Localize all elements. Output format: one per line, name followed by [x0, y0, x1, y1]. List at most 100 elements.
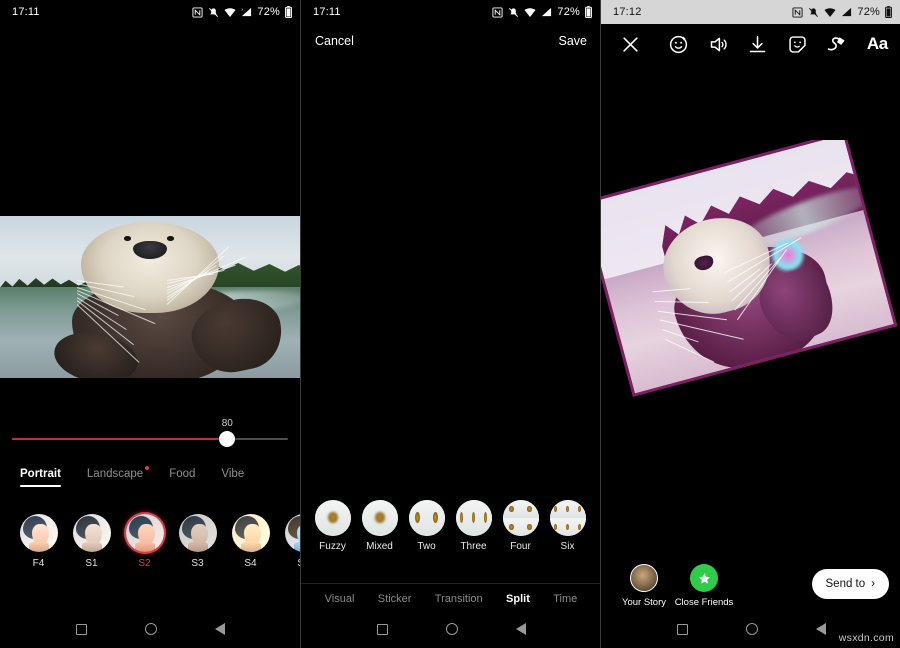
split-thumbnail	[550, 500, 586, 536]
rotated-photo[interactable]	[601, 140, 894, 393]
split-option-six[interactable]: Six	[544, 500, 591, 562]
editor-header: Cancel Save	[301, 24, 600, 58]
filter-item-f4[interactable]: F4	[12, 514, 65, 569]
split-label: Fuzzy	[309, 541, 356, 552]
split-layout-strip[interactable]: FuzzyMixedTwoThreeFourSix	[301, 500, 600, 562]
filter-item-s5[interactable]: S5	[277, 514, 300, 569]
composer-tools: Aa	[659, 34, 900, 55]
new-badge-dot	[145, 466, 149, 470]
signal-icon: x	[241, 7, 252, 18]
split-option-mixed[interactable]: Mixed	[356, 500, 403, 562]
square-recents-icon[interactable]	[677, 624, 688, 635]
status-time: 17:11	[12, 6, 40, 18]
circle-home-icon[interactable]	[746, 623, 758, 635]
editor-tab-visual[interactable]: Visual	[325, 593, 355, 605]
split-label: Six	[544, 541, 591, 552]
split-thumbnail	[409, 500, 445, 536]
watermark: wsxdn.com	[839, 632, 894, 644]
chevron-right-icon: ›	[871, 578, 875, 590]
category-tab-portrait[interactable]: Portrait	[20, 468, 61, 487]
filter-thumbnail	[73, 514, 111, 552]
signal-icon	[841, 7, 852, 18]
filter-item-s3[interactable]: S3	[171, 514, 224, 569]
composer-toolbar: Aa	[601, 24, 900, 64]
status-bar: 17:11 72%	[301, 0, 600, 24]
slider-fill	[12, 438, 227, 440]
green-star-icon	[690, 564, 718, 592]
square-recents-icon[interactable]	[76, 624, 87, 635]
android-nav-bar	[0, 610, 300, 648]
split-label: Two	[403, 541, 450, 552]
close-friends-label: Close Friends	[661, 597, 747, 608]
send-to-label: Send to	[826, 578, 866, 590]
category-tab-food[interactable]: Food	[169, 468, 195, 487]
panel-story-composer: 17:12 72%	[600, 0, 900, 648]
split-option-three[interactable]: Three	[450, 500, 497, 562]
split-option-fuzzy[interactable]: Fuzzy	[309, 500, 356, 562]
send-to-button[interactable]: Send to ›	[812, 569, 890, 599]
close-button[interactable]	[601, 35, 659, 54]
battery-icon	[585, 6, 592, 18]
filter-thumbnail	[126, 514, 164, 552]
audio-button[interactable]	[708, 34, 729, 55]
circle-home-icon[interactable]	[446, 623, 458, 635]
close-friends-button[interactable]: Close Friends	[661, 564, 747, 608]
battery-percent: 72%	[257, 6, 280, 18]
wifi-icon	[224, 7, 236, 18]
battery-icon	[285, 6, 292, 18]
story-media-canvas[interactable]	[601, 140, 900, 430]
square-recents-icon[interactable]	[377, 624, 388, 635]
filter-label: S2	[118, 558, 171, 569]
triangle-back-icon[interactable]	[816, 623, 826, 635]
slider-thumb[interactable]	[219, 431, 235, 447]
slider-track[interactable]	[12, 438, 288, 440]
effects-face-icon	[668, 34, 689, 55]
cancel-button[interactable]: Cancel	[315, 34, 354, 48]
split-thumbnail	[456, 500, 492, 536]
video-preview[interactable]	[0, 216, 300, 378]
panel-split-editor: 17:11 72% Cancel	[300, 0, 600, 648]
split-label: Mixed	[356, 541, 403, 552]
signal-icon	[541, 7, 552, 18]
circle-home-icon[interactable]	[145, 623, 157, 635]
draw-button[interactable]	[826, 34, 848, 54]
intensity-slider[interactable]: 80	[0, 420, 300, 460]
status-icons: x 72%	[192, 6, 292, 18]
sticker-button[interactable]	[787, 34, 808, 55]
otter-scene-image	[0, 216, 300, 378]
filter-item-s2[interactable]: S2	[118, 514, 171, 569]
editor-tab-transition[interactable]: Transition	[435, 593, 483, 605]
category-tab-landscape[interactable]: Landscape	[87, 468, 143, 487]
text-button[interactable]: Aa	[867, 34, 888, 54]
category-tabs: Portrait Landscape Food Vibe	[0, 468, 300, 496]
effects-face-button[interactable]	[668, 34, 689, 55]
filter-thumbnail	[232, 514, 270, 552]
draw-scribble-icon	[826, 34, 848, 54]
filter-item-s1[interactable]: S1	[65, 514, 118, 569]
filter-label: S3	[171, 558, 224, 569]
split-thumbnail	[362, 500, 398, 536]
split-thumbnail	[503, 500, 539, 536]
wifi-icon	[824, 7, 836, 18]
avatar	[630, 564, 658, 592]
nfc-icon	[192, 7, 203, 18]
split-option-four[interactable]: Four	[497, 500, 544, 562]
notifications-muted-icon	[808, 7, 819, 18]
editor-tab-time[interactable]: Time	[553, 593, 577, 605]
save-button[interactable]: Save	[559, 34, 588, 48]
category-tab-vibe[interactable]: Vibe	[221, 468, 244, 487]
download-button[interactable]	[747, 34, 768, 55]
filter-strip[interactable]: F4S1S2S3S4S5	[0, 514, 300, 580]
share-bar: Your Story Close Friends Send to ›	[601, 556, 900, 610]
status-time: 17:12	[613, 6, 642, 18]
audio-speaker-icon	[708, 34, 729, 55]
triangle-back-icon[interactable]	[516, 623, 526, 635]
split-option-two[interactable]: Two	[403, 500, 450, 562]
editor-tab-split[interactable]: Split	[506, 593, 530, 605]
triangle-back-icon[interactable]	[215, 623, 225, 635]
editor-tab-sticker[interactable]: Sticker	[378, 593, 412, 605]
battery-percent: 72%	[557, 6, 580, 18]
wifi-icon	[524, 7, 536, 18]
category-tab-label: Landscape	[87, 468, 143, 480]
filter-item-s4[interactable]: S4	[224, 514, 277, 569]
